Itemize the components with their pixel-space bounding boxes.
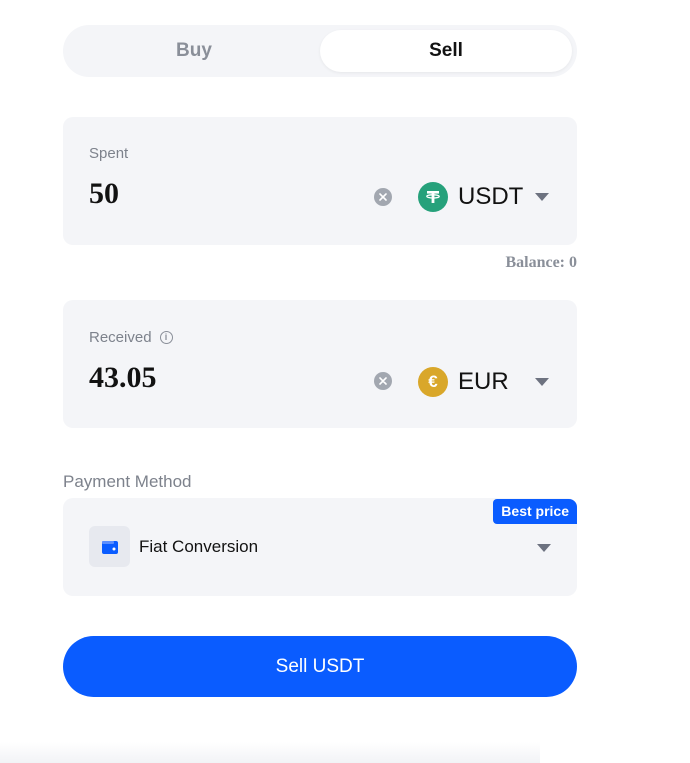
- buy-sell-tabs: Buy Sell: [63, 25, 577, 77]
- payment-method-selector[interactable]: Best price Fiat Conversion: [63, 498, 577, 596]
- chevron-down-icon: [534, 378, 549, 386]
- spent-label-text: Spent: [89, 145, 129, 162]
- payment-method-name: Fiat Conversion: [139, 537, 259, 556]
- spent-amount-input[interactable]: 50: [89, 177, 119, 211]
- received-label: Received i: [89, 329, 173, 346]
- spent-asset-selector[interactable]: USDT: [418, 182, 550, 212]
- close-icon: [379, 193, 387, 201]
- spent-clear-button[interactable]: [374, 188, 392, 206]
- tab-sell[interactable]: Sell: [320, 30, 572, 72]
- spent-card: Spent 50 USDT: [63, 117, 577, 245]
- received-asset-name: EUR: [458, 368, 509, 395]
- tab-buy[interactable]: Buy: [68, 30, 320, 72]
- wallet-icon: [89, 526, 130, 567]
- euro-coin-icon: €: [418, 367, 448, 397]
- close-icon: [379, 377, 387, 385]
- received-card: Received i 43.05 € EUR: [63, 300, 577, 428]
- received-label-text: Received: [89, 329, 152, 346]
- received-clear-button[interactable]: [374, 372, 392, 390]
- spent-asset-name: USDT: [458, 183, 524, 210]
- info-icon[interactable]: i: [159, 331, 173, 344]
- chevron-down-icon: [537, 544, 551, 552]
- balance-text: Balance: 0: [505, 254, 577, 271]
- best-price-badge: Best price: [493, 499, 577, 524]
- chevron-down-icon: [535, 193, 550, 201]
- payment-method-title: Payment Method: [63, 472, 192, 491]
- bottom-divider: [0, 742, 540, 763]
- trade-panel: Buy Sell Spent 50 USDT Balance: 0 Receiv…: [0, 0, 690, 763]
- received-asset-selector[interactable]: € EUR: [418, 367, 549, 397]
- spent-label: Spent: [89, 145, 128, 162]
- received-amount-input[interactable]: 43.05: [89, 361, 157, 395]
- usdt-coin-icon: [418, 182, 448, 212]
- sell-usdt-button[interactable]: Sell USDT: [63, 636, 577, 697]
